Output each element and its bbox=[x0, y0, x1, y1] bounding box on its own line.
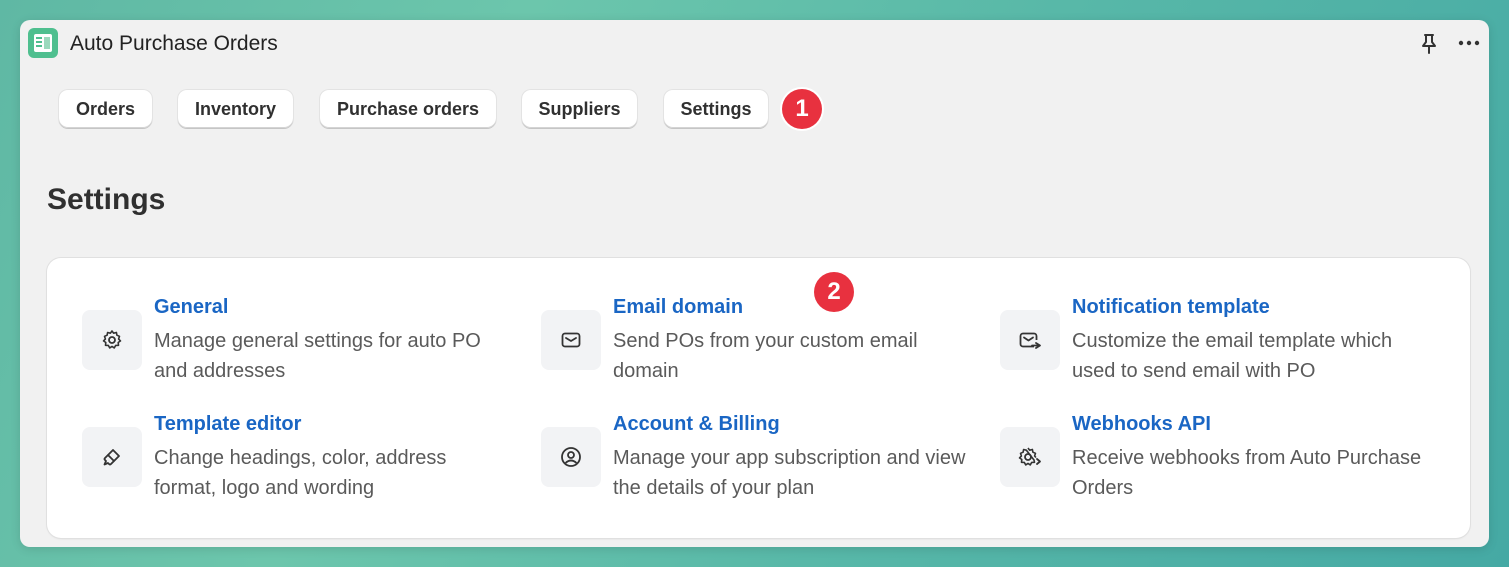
tab-orders[interactable]: Orders bbox=[59, 90, 152, 128]
settings-item-desc: Send POs from your custom email domain bbox=[613, 330, 918, 382]
app-window: Auto Purchase Orders Orders Inventory Pu… bbox=[20, 20, 1489, 547]
tab-inventory[interactable]: Inventory bbox=[178, 90, 293, 128]
pin-icon[interactable] bbox=[1419, 33, 1439, 55]
settings-item-title[interactable]: Account & Billing bbox=[613, 413, 780, 436]
settings-item-general[interactable]: General Manage general settings for auto… bbox=[82, 296, 502, 396]
settings-item-desc: Customize the email template which used … bbox=[1072, 330, 1393, 382]
settings-item-email-domain[interactable]: Email domain Send POs from your custom e… bbox=[541, 296, 961, 396]
app-title: Auto Purchase Orders bbox=[70, 32, 278, 55]
page-title: Settings bbox=[47, 183, 166, 216]
title-bar: Auto Purchase Orders bbox=[20, 20, 1489, 68]
envelope-icon bbox=[541, 310, 601, 370]
settings-item-title[interactable]: Email domain bbox=[613, 296, 743, 319]
settings-item-webhooks-api[interactable]: Webhooks API Receive webhooks from Auto … bbox=[1000, 413, 1421, 513]
settings-item-title[interactable]: Template editor bbox=[154, 413, 301, 436]
annotation-badge-1: 1 bbox=[782, 89, 822, 129]
app-logo-icon bbox=[28, 28, 58, 58]
settings-item-title[interactable]: Notification template bbox=[1072, 296, 1270, 319]
settings-card: 2 General Manage general settings for au… bbox=[47, 258, 1470, 538]
settings-item-notification-template[interactable]: Notification template Customize the emai… bbox=[1000, 296, 1420, 396]
gear-icon bbox=[82, 310, 142, 370]
user-circle-icon bbox=[541, 427, 601, 487]
settings-item-desc: Manage your app subscription and view th… bbox=[613, 447, 966, 499]
tab-settings[interactable]: Settings bbox=[664, 90, 768, 128]
settings-item-title[interactable]: General bbox=[154, 296, 228, 319]
settings-item-template-editor[interactable]: Template editor Change headings, color, … bbox=[82, 413, 502, 513]
tab-suppliers[interactable]: Suppliers bbox=[522, 90, 637, 128]
email-forward-icon bbox=[1000, 310, 1060, 370]
settings-item-account-billing[interactable]: Account & Billing Manage your app subscr… bbox=[541, 413, 965, 513]
paintbrush-icon bbox=[82, 427, 142, 487]
settings-item-desc: Receive webhooks from Auto Purchase Orde… bbox=[1072, 447, 1422, 499]
more-options-icon[interactable] bbox=[1457, 35, 1481, 51]
settings-item-desc: Manage general settings for auto PO and … bbox=[154, 330, 481, 382]
settings-item-desc: Change headings, color, address format, … bbox=[154, 447, 447, 499]
tab-purchase-orders[interactable]: Purchase orders bbox=[320, 90, 496, 128]
gear-arrow-icon bbox=[1000, 427, 1060, 487]
settings-item-title[interactable]: Webhooks API bbox=[1072, 413, 1211, 436]
